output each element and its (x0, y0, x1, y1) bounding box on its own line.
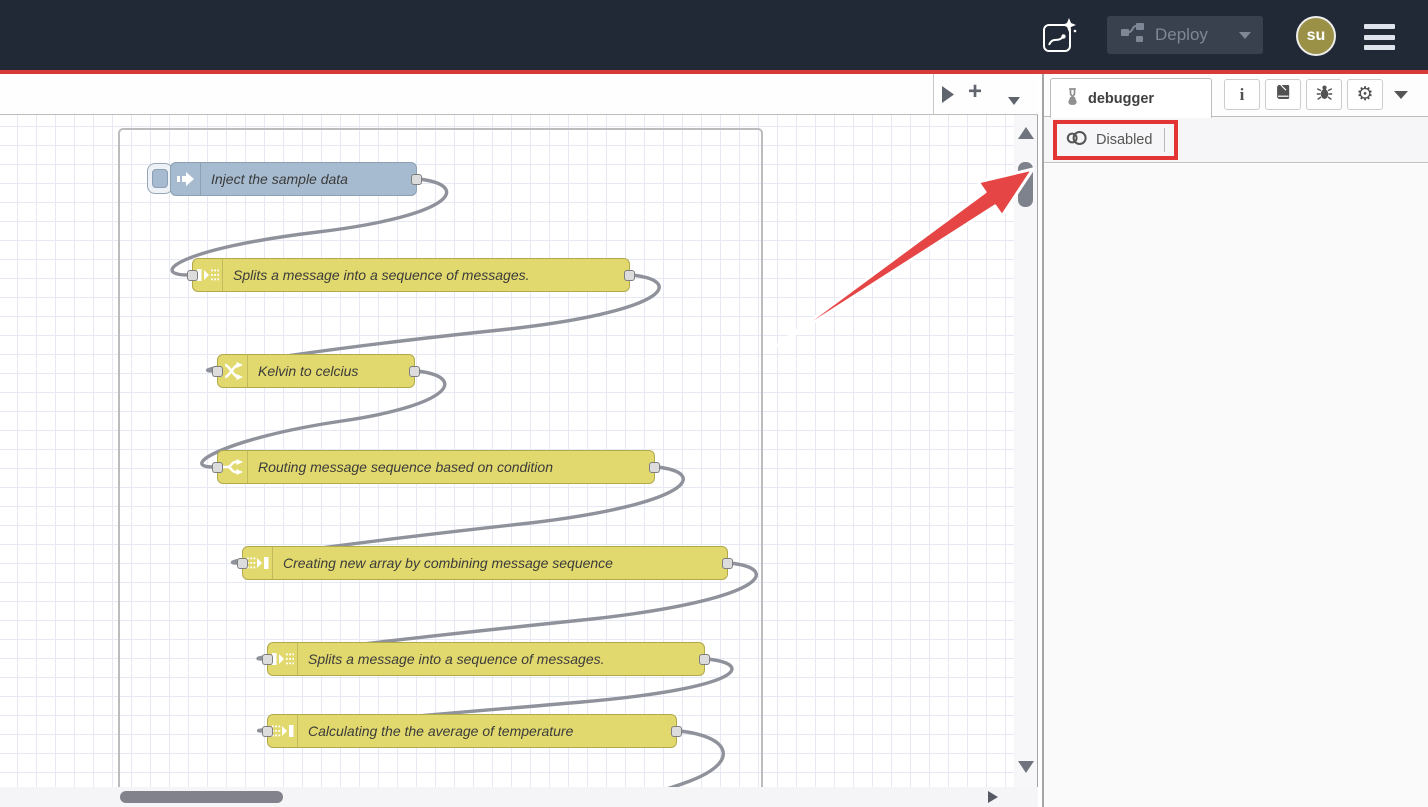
horizontal-scrollbar[interactable] (0, 787, 1038, 807)
flow-node-split2[interactable]: Splits a message into a sequence of mess… (267, 642, 705, 676)
node-output-port[interactable] (649, 462, 660, 473)
header-accent-line (0, 70, 1428, 74)
scroll-up-icon[interactable] (1018, 127, 1034, 139)
help-button[interactable] (1265, 79, 1301, 110)
toolbar-divider (1164, 128, 1165, 152)
vertical-scrollbar[interactable] (1014, 115, 1038, 787)
info-button[interactable]: i (1224, 79, 1260, 110)
tab-debugger[interactable]: debugger (1050, 78, 1212, 118)
flask-icon (1065, 88, 1080, 110)
node-label: Inject the sample data (201, 171, 348, 187)
flow-node-join2[interactable]: Calculating the the average of temperatu… (267, 714, 677, 748)
main-menu-button[interactable] (1364, 24, 1395, 50)
toggle-off-icon (1066, 129, 1088, 152)
vertical-scrollbar-thumb[interactable] (1018, 162, 1033, 207)
workspace-tabbar: + (0, 74, 1038, 115)
node-output-port[interactable] (624, 270, 635, 281)
node-input-port[interactable] (212, 366, 223, 377)
debug-message-pane (1044, 164, 1428, 807)
horizontal-scrollbar-thumb[interactable] (120, 791, 283, 803)
node-input-port[interactable] (262, 726, 273, 737)
user-avatar[interactable]: su (1296, 16, 1336, 56)
ai-flow-icon[interactable] (1041, 16, 1079, 59)
flow-canvas[interactable]: Inject the sample data Splits a message i… (0, 115, 1014, 787)
inject-trigger-knob (152, 169, 168, 188)
sidebar-menu-caret-icon[interactable] (1394, 91, 1408, 99)
flow-list-button[interactable] (1008, 92, 1020, 110)
node-red-window: Deploy su + Inject the sample data Splits… (0, 0, 1428, 807)
bug-icon (1316, 84, 1333, 106)
node-input-port[interactable] (237, 558, 248, 569)
node-label: Splits a message into a sequence of mess… (223, 267, 530, 283)
flow-node-switch1[interactable]: Routing message sequence based on condit… (217, 450, 655, 484)
avatar-initials: su (1307, 27, 1326, 45)
gear-icon: ⚙ (1356, 85, 1373, 104)
highlight-box: Disabled (1053, 120, 1178, 160)
debug-sidebar-toolbar: Disabled (1044, 117, 1428, 163)
node-label: Splits a message into a sequence of mess… (298, 651, 605, 667)
node-output-port[interactable] (671, 726, 682, 737)
tabbar-divider (933, 74, 934, 114)
tab-debugger-label: debugger (1088, 91, 1154, 107)
node-label: Creating new array by combining message … (273, 555, 613, 571)
sidebar-tabbar: debugger i (1044, 74, 1428, 117)
flow-node-inject1[interactable]: Inject the sample data (170, 162, 417, 196)
scroll-tabs-right-button[interactable] (941, 86, 954, 108)
node-label: Routing message sequence based on condit… (248, 459, 553, 475)
node-output-port[interactable] (699, 654, 710, 665)
node-input-port[interactable] (212, 462, 223, 473)
settings-button[interactable]: ⚙ (1347, 79, 1383, 110)
scroll-right-icon[interactable] (988, 791, 998, 803)
node-label: Kelvin to celcius (248, 363, 358, 379)
node-output-port[interactable] (409, 366, 420, 377)
deploy-icon (1121, 23, 1145, 48)
book-icon (1275, 84, 1291, 105)
deploy-label: Deploy (1155, 25, 1239, 45)
node-output-port[interactable] (411, 174, 422, 185)
debug-disabled-button[interactable]: Disabled (1096, 132, 1152, 148)
add-flow-button[interactable]: + (968, 78, 982, 106)
flow-node-join1[interactable]: Creating new array by combining message … (242, 546, 728, 580)
node-input-port[interactable] (187, 270, 198, 281)
hamburger-icon (1364, 24, 1395, 29)
debug-messages-button[interactable] (1306, 79, 1342, 110)
node-input-port[interactable] (262, 654, 273, 665)
node-output-port[interactable] (722, 558, 733, 569)
app-header: Deploy su (0, 0, 1428, 70)
deploy-button[interactable]: Deploy (1107, 16, 1263, 54)
caret-down-icon[interactable] (1239, 32, 1251, 39)
inject-icon (171, 163, 201, 195)
node-label: Calculating the the average of temperatu… (298, 723, 573, 739)
flow-node-change1[interactable]: Kelvin to celcius (217, 354, 415, 388)
flow-node-split1[interactable]: Splits a message into a sequence of mess… (192, 258, 630, 292)
scroll-down-icon[interactable] (1018, 761, 1034, 773)
sidebar: debugger i (1042, 74, 1428, 807)
